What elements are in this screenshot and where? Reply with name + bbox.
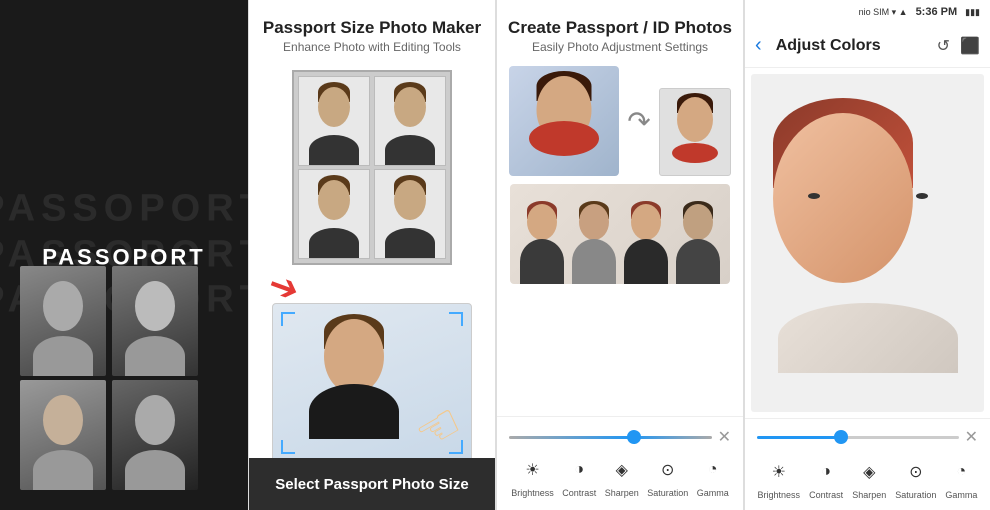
adjust-slider[interactable] — [757, 436, 959, 439]
photo-grid-2x2 — [292, 70, 452, 265]
photo-preview — [751, 74, 984, 412]
back-button[interactable]: ‹ — [755, 34, 762, 57]
top-images: ↷ — [509, 66, 730, 176]
group-person-1 — [517, 199, 567, 284]
navbar-title: Adjust Colors — [770, 37, 887, 55]
group-person-4 — [673, 199, 723, 284]
toolbar-sharpen[interactable]: ◈ Sharpen — [605, 455, 639, 498]
sharpen-icon: ◈ — [607, 455, 637, 485]
panel3-color-toolbar: ✕ ☀ Brightness ◑ Contrast ◈ Sharpen ⊙ Sa… — [497, 416, 743, 510]
p4-brightness-label: Brightness — [758, 490, 801, 500]
left-eye — [808, 193, 820, 199]
arrow-icon: ↷ — [627, 105, 650, 138]
navbar: ‹ Adjust Colors ↺ ⬛ — [745, 24, 990, 68]
status-bar: nio SIM ▾ ▲ 5:36 PM ▮▮▮ — [745, 0, 990, 24]
passport-preview-small — [659, 88, 731, 176]
color-slider[interactable] — [509, 436, 712, 439]
scan-corner-bl — [281, 440, 295, 454]
select-size-label: Select Passport Photo Size — [275, 476, 468, 493]
contrast-icon: ◑ — [564, 455, 594, 485]
scan-face — [324, 319, 404, 419]
panel-adjust-colors: nio SIM ▾ ▲ 5:36 PM ▮▮▮ ‹ Adjust Colors … — [744, 0, 990, 510]
adjust-slider-thumb[interactable] — [834, 430, 848, 444]
status-battery: ▮▮▮ — [965, 7, 980, 18]
p4-gamma[interactable]: ◔ Gamma — [945, 457, 977, 500]
panel2-header: Passport Size Photo Maker Enhance Photo … — [253, 0, 491, 60]
photo-thumb-1 — [20, 266, 106, 376]
p4-gamma-icon: ◔ — [946, 457, 976, 487]
grid-photo-1 — [298, 76, 370, 166]
save-icon[interactable]: ⬛ — [960, 36, 980, 56]
group-photo — [510, 184, 730, 284]
arrow-container: ➔ — [249, 266, 495, 308]
p4-gamma-label: Gamma — [945, 490, 977, 500]
p4-brightness-icon: ☀ — [764, 457, 794, 487]
p4-contrast-icon: ◑ — [811, 457, 841, 487]
brightness-icon: ☀ — [518, 455, 548, 485]
p4-toolbar-icons: ☀ Brightness ◑ Contrast ◈ Sharpen ⊙ Satu… — [745, 451, 990, 510]
face-preview-container — [768, 113, 968, 373]
toolbar-icons-row: ☀ Brightness ◑ Contrast ◈ Sharpen ⊙ Satu… — [497, 451, 743, 504]
panel2-title: Passport Size Photo Maker — [263, 18, 481, 38]
group-person-3 — [621, 199, 671, 284]
gamma-icon: ◔ — [698, 455, 728, 485]
slider-row: ✕ — [497, 423, 743, 451]
scan-corner-tl — [281, 312, 295, 326]
sharpen-label: Sharpen — [605, 488, 639, 498]
right-eye — [916, 193, 928, 199]
p4-brightness[interactable]: ☀ Brightness — [758, 457, 801, 500]
panel3-header: Create Passport / ID Photos Easily Photo… — [498, 0, 742, 60]
grid-photo-4 — [374, 169, 446, 259]
scan-corner-tr — [449, 312, 463, 326]
saturation-label: Saturation — [647, 488, 688, 498]
panel-passport-maker: Passport Size Photo Maker Enhance Photo … — [248, 0, 496, 510]
p4-close-icon[interactable]: ✕ — [965, 427, 978, 447]
selfie-photo — [509, 66, 619, 176]
saturation-icon: ⊙ — [653, 455, 683, 485]
toolbar-gamma[interactable]: ◔ Gamma — [697, 455, 729, 498]
toolbar-contrast[interactable]: ◑ Contrast — [562, 455, 596, 498]
p4-contrast[interactable]: ◑ Contrast — [809, 457, 843, 500]
panel-dark-passport: PASSOPORTPASSOPORTPASSOPORT PASSOPORT — [0, 0, 248, 510]
p4-sharpen-icon: ◈ — [854, 457, 884, 487]
close-icon[interactable]: ✕ — [718, 427, 731, 447]
toolbar-brightness[interactable]: ☀ Brightness — [511, 455, 554, 498]
body-shape — [778, 303, 958, 373]
contrast-label: Contrast — [562, 488, 596, 498]
group-person-2 — [569, 199, 619, 284]
panel2-subtitle: Enhance Photo with Editing Tools — [263, 40, 481, 54]
photo-thumb-2 — [112, 266, 198, 376]
photo-thumb-4 — [112, 380, 198, 490]
brightness-label: Brightness — [511, 488, 554, 498]
p4-contrast-label: Contrast — [809, 490, 843, 500]
scanning-area: ☞ — [272, 303, 472, 463]
adjust-colors-toolbar: ✕ ☀ Brightness ◑ Contrast ◈ Sharpen ⊙ Sa… — [745, 418, 990, 510]
status-carrier: nio SIM ▾ ▲ — [859, 7, 908, 18]
slider-thumb[interactable] — [627, 430, 641, 444]
p4-slider-row: ✕ — [745, 419, 990, 451]
p4-sharpen-label: Sharpen — [852, 490, 886, 500]
p4-saturation[interactable]: ⊙ Saturation — [895, 457, 936, 500]
p4-saturation-label: Saturation — [895, 490, 936, 500]
panel3-title: Create Passport / ID Photos — [508, 18, 732, 38]
grid-photo-2 — [374, 76, 446, 166]
p4-sharpen[interactable]: ◈ Sharpen — [852, 457, 886, 500]
bw-photos-grid — [20, 266, 200, 490]
gamma-label: Gamma — [697, 488, 729, 498]
status-time: 5:36 PM — [916, 6, 958, 18]
p4-saturation-icon: ⊙ — [901, 457, 931, 487]
panel-create-id: Create Passport / ID Photos Easily Photo… — [496, 0, 744, 510]
photo-thumb-3 — [20, 380, 106, 490]
toolbar-saturation[interactable]: ⊙ Saturation — [647, 455, 688, 498]
face-oval — [773, 113, 913, 283]
panel3-content: ↷ — [497, 60, 743, 290]
panel2-footer[interactable]: Select Passport Photo Size — [249, 458, 495, 510]
nav-icons: ↺ ⬛ — [937, 36, 980, 56]
grid-photo-3 — [298, 169, 370, 259]
panel3-subtitle: Easily Photo Adjustment Settings — [508, 40, 732, 54]
history-icon[interactable]: ↺ — [937, 36, 950, 56]
